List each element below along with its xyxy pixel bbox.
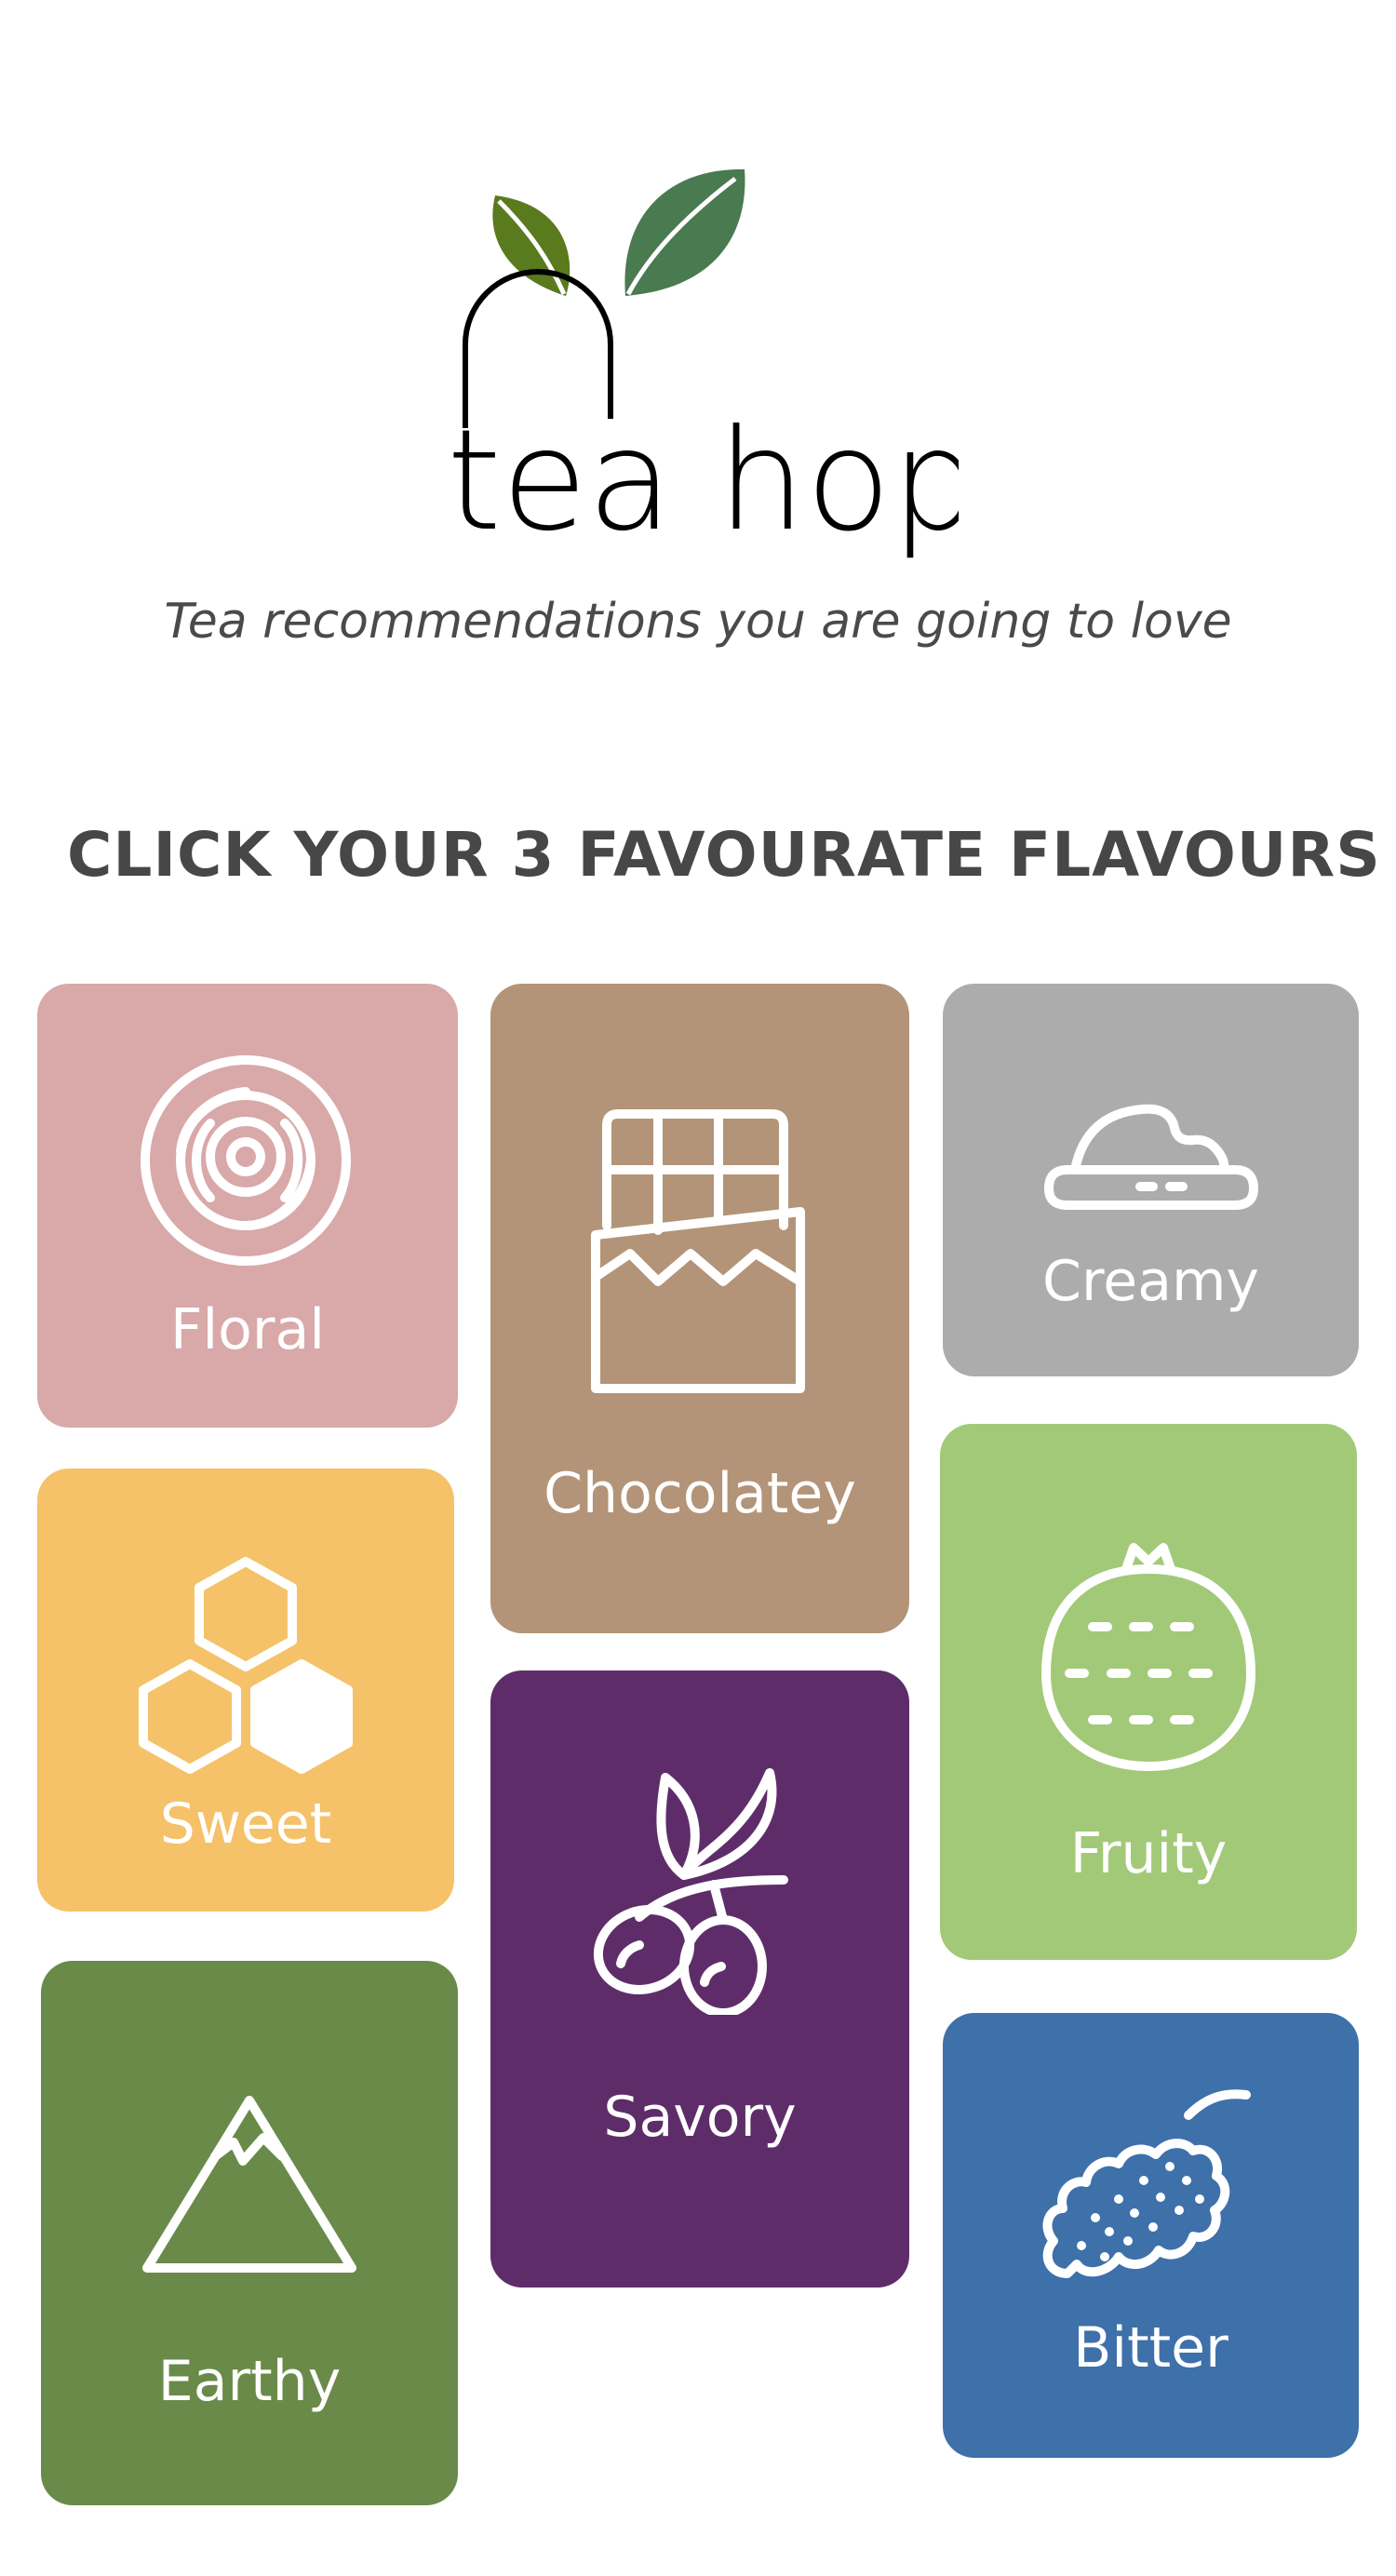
flavour-tile-bitter[interactable]: Bitter bbox=[943, 2013, 1359, 2458]
flavour-label: Creamy bbox=[1042, 1249, 1259, 1314]
flavour-label: Floral bbox=[170, 1297, 325, 1362]
flavour-label: Fruity bbox=[1069, 1821, 1228, 1886]
flavour-tile-floral[interactable]: Floral bbox=[37, 984, 458, 1428]
chocolate-bar-icon bbox=[490, 1105, 909, 1402]
rose-icon bbox=[37, 1049, 458, 1272]
flavour-label: Chocolatey bbox=[544, 1461, 856, 1526]
flavour-tile-creamy[interactable]: Creamy bbox=[943, 984, 1359, 1376]
page-heading: CLICK YOUR 3 FAVOURATE FLAVOURS bbox=[67, 819, 1381, 891]
flavour-label: Bitter bbox=[1073, 2315, 1228, 2381]
right-leaf-icon bbox=[624, 168, 745, 296]
olive-branch-icon bbox=[490, 1764, 909, 2015]
flavour-label: Savory bbox=[603, 2085, 797, 2150]
flavour-tile-fruity[interactable]: Fruity bbox=[940, 1424, 1357, 1960]
honeycomb-icon bbox=[37, 1552, 454, 1776]
cream-icon bbox=[943, 1095, 1359, 1216]
tea-hop-logo: tea hop bbox=[437, 158, 959, 568]
flavour-tile-sweet[interactable]: Sweet bbox=[37, 1469, 454, 1912]
flavour-label: Earthy bbox=[157, 2349, 342, 2414]
brand-wordmark: tea hop bbox=[447, 400, 959, 562]
mountain-icon bbox=[41, 2091, 458, 2277]
fruit-icon bbox=[940, 1534, 1357, 1776]
flavour-label: Sweet bbox=[159, 1791, 332, 1857]
flavour-tile-chocolatey[interactable]: Chocolatey bbox=[490, 984, 909, 1633]
flavour-tile-earthy[interactable]: Earthy bbox=[41, 1961, 458, 2505]
flavour-tile-savory[interactable]: Savory bbox=[490, 1670, 909, 2288]
tagline: Tea recommendations you are going to lov… bbox=[164, 594, 1232, 650]
mulberry-icon bbox=[943, 2087, 1359, 2301]
